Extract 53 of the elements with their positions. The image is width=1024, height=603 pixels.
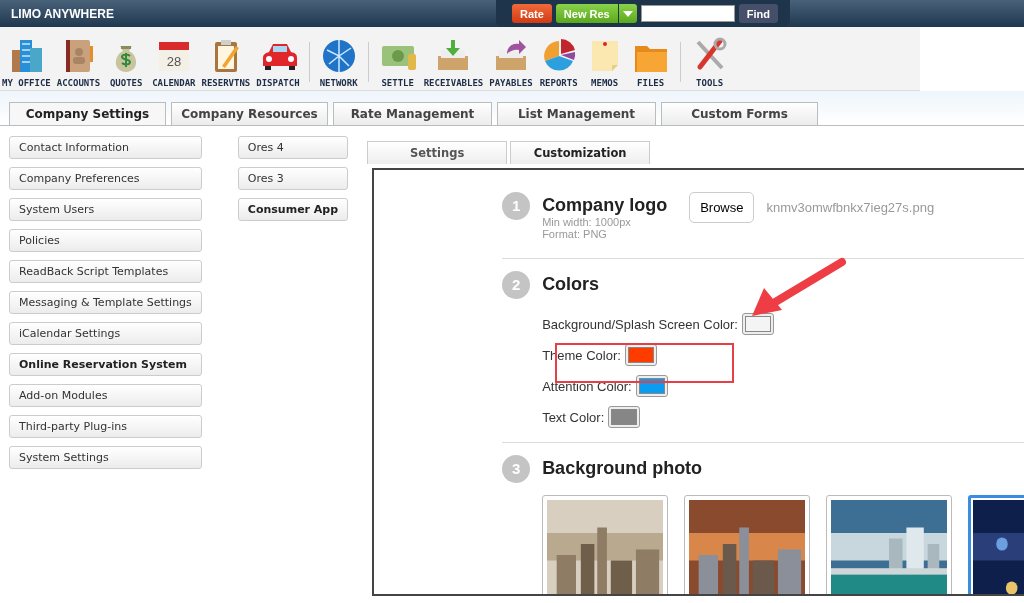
menu-item[interactable]: Online Reservation System [9,353,202,376]
toolbar-button[interactable]: RESERVTNS [198,36,254,90]
tab[interactable]: Settings [367,141,508,164]
toolbar-button[interactable]: MEMOS [581,36,628,90]
tab[interactable]: List Management [497,102,656,125]
menu-item[interactable]: iCalendar Settings [9,322,202,345]
toolbar-button[interactable]: TOOLS [686,36,733,90]
menu-item[interactable]: Third-party Plug-ins [9,415,202,438]
toolbar-button[interactable]: PAYABLES [486,36,536,90]
caret-icon [622,10,633,17]
tab[interactable]: Company Resources [171,102,328,125]
tab[interactable]: Custom Forms [661,102,818,125]
tab[interactable]: Company Settings [9,102,166,125]
file-name: knmv3omwfbnkx7ieg27s.png [766,200,935,215]
menu-item[interactable]: ReadBack Script Templates [9,260,202,283]
find-button[interactable]: Find [738,4,778,23]
dropdown-button[interactable] [618,4,637,23]
logo: LIMO ANYWHERE [10,6,115,21]
menu-item[interactable]: Add-on Modules [9,384,202,407]
color-label: Background/Splash Screen Color: [542,316,738,332]
toolbar-button[interactable]: 28 CALENDAR [149,36,199,90]
toolbar-button[interactable]: REPORTS [535,36,582,90]
menu-item[interactable]: Ores 3 [237,167,349,190]
toolbar-button[interactable]: QUOTES [103,36,150,90]
tab[interactable]: Rate Management [333,102,492,125]
search-field[interactable] [640,5,735,22]
color-label: Text Color: [542,409,605,425]
menu-item[interactable]: Consumer App [237,198,349,221]
step-number: 3 [502,455,531,483]
toolbar-button[interactable]: FILES [627,36,674,90]
section-title: Company logo [542,195,668,216]
hint-text: Format: PNG [542,228,608,240]
menu-item[interactable]: Policies [9,229,202,252]
menu-item[interactable]: System Users [9,198,202,221]
browse-button[interactable]: Browse [689,192,755,223]
menu-item[interactable]: Ores 4 [237,136,349,159]
section-title: Background photo [542,458,703,479]
toolbar-button[interactable]: MY OFFICE [0,36,54,90]
step-number: 1 [502,192,531,220]
menu-item[interactable]: Contact Information [9,136,202,159]
section-title: Colors [542,274,600,295]
menu-item[interactable]: System Settings [9,446,202,469]
hint-text: Min width: 1000px [542,216,632,228]
step-number: 2 [502,271,531,299]
tab[interactable]: Customization [510,141,651,164]
toolbar-button[interactable]: RECEIVABLES [420,36,487,90]
toolbar-button[interactable]: NETWORK [315,36,362,90]
rate-button[interactable]: Rate [512,4,552,23]
menu-item[interactable]: Company Preferences [9,167,202,190]
toolbar-button[interactable]: DISPATCH [253,36,303,90]
menu-item[interactable]: Messaging & Template Settings [9,291,202,314]
toolbar-button[interactable]: ACCOUNTS [53,36,104,90]
toolbar-button[interactable]: SETTLE [374,36,421,90]
